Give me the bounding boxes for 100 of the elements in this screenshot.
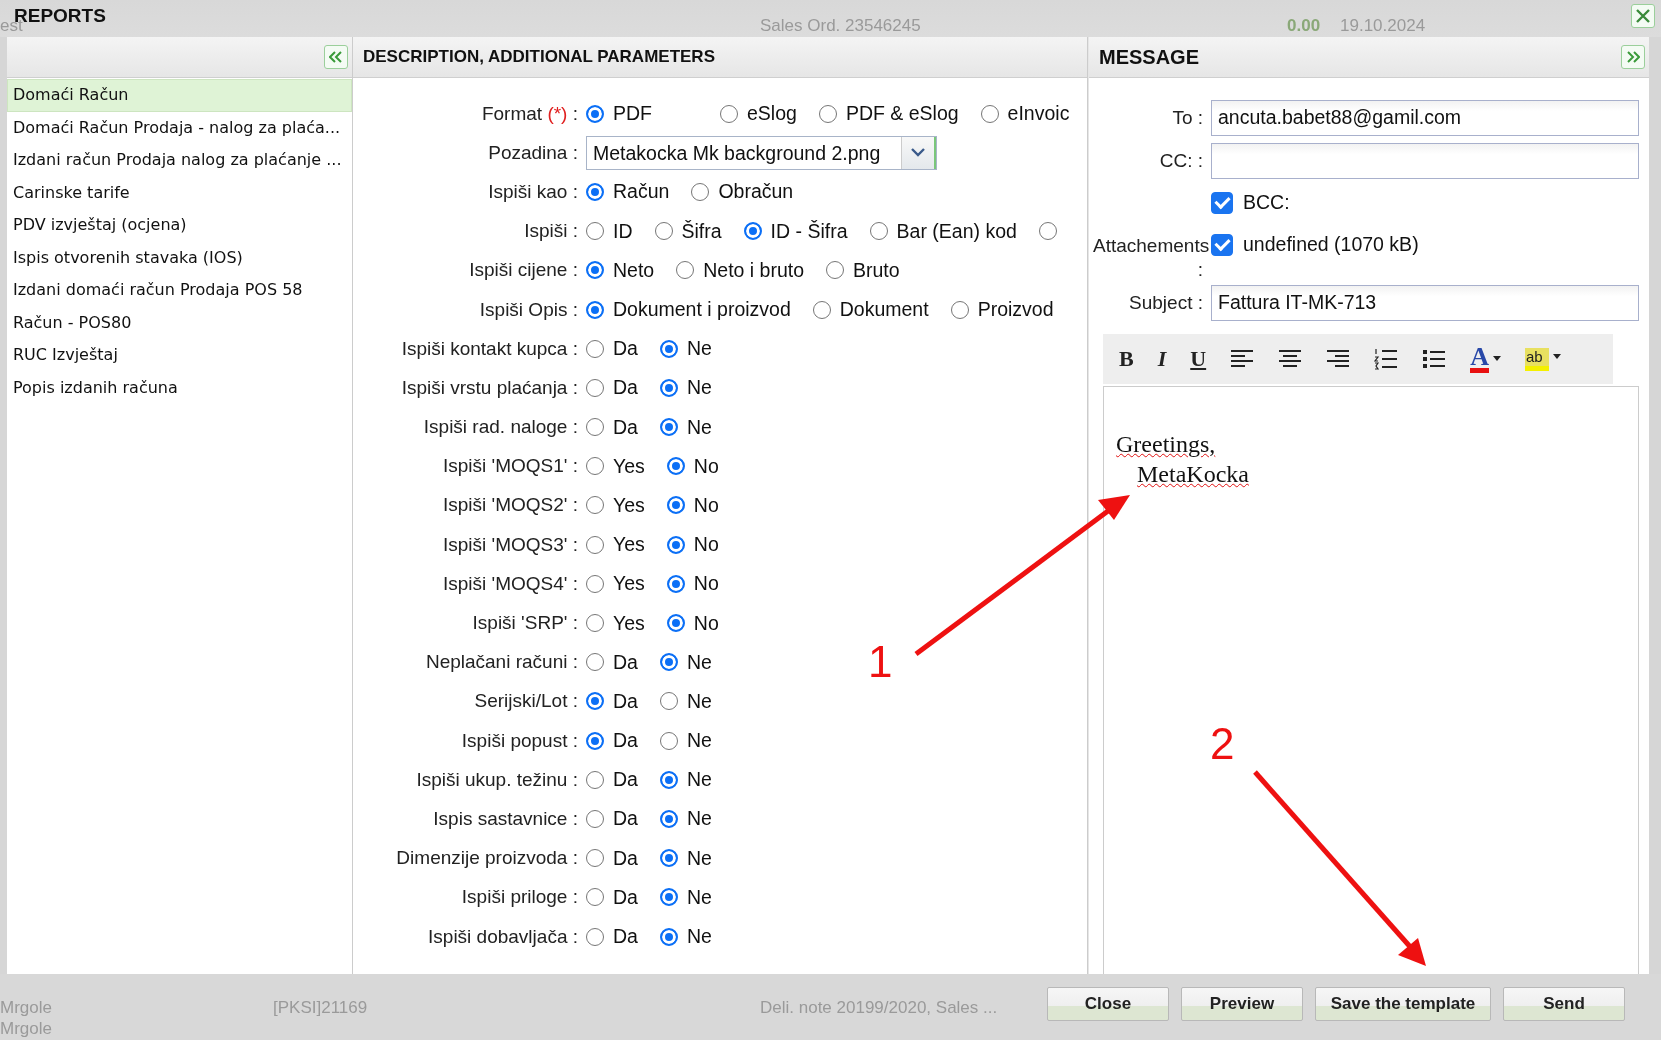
radio-button[interactable] <box>691 182 710 201</box>
option-label: No <box>693 454 719 478</box>
annotation-number: 1 <box>868 640 893 684</box>
option-label: Ne <box>686 337 712 361</box>
radio-button[interactable] <box>659 770 678 789</box>
radio-button[interactable] <box>659 809 678 828</box>
radio-button[interactable] <box>586 574 604 593</box>
option-label: Yes <box>613 611 645 635</box>
background-dropdown[interactable]: Metakocka Mk background 2.png <box>586 135 937 170</box>
collapse-icon[interactable] <box>324 45 348 69</box>
report-item[interactable]: Ispis otvorenih stavaka (IOS) <box>7 241 352 274</box>
radio-button[interactable] <box>586 692 604 711</box>
checkbox[interactable] <box>1211 233 1233 256</box>
close-icon[interactable] <box>1631 4 1655 28</box>
radio-button[interactable] <box>586 809 604 828</box>
option-label: PDF <box>613 102 652 126</box>
radio-button[interactable] <box>659 339 678 358</box>
radio-button[interactable] <box>869 222 888 241</box>
report-item[interactable]: Domaći Račun Prodaja - nalog za plaća... <box>7 111 352 144</box>
radio-button[interactable] <box>659 888 678 907</box>
radio-button[interactable] <box>666 496 685 515</box>
radio-button[interactable] <box>586 770 604 789</box>
report-item[interactable]: PDV izvještaj (ocjena) <box>7 209 352 242</box>
dialog-button[interactable]: Close <box>1047 987 1169 1021</box>
input-field[interactable]: ancuta.babet88@gamil.com <box>1211 100 1639 136</box>
bullet-list-icon[interactable] <box>1422 349 1447 369</box>
field-label: Ispiši vrstu plaćanja : <box>400 376 578 399</box>
report-item[interactable]: Carinske tarife <box>7 176 352 209</box>
radio-button[interactable] <box>720 104 738 123</box>
expand-icon[interactable] <box>1621 45 1645 69</box>
radio-button[interactable] <box>586 104 604 123</box>
radio-button[interactable] <box>950 300 969 319</box>
option-label: Ne <box>686 807 712 831</box>
radio-button[interactable] <box>586 418 604 437</box>
field-label: Serijski/Lot : <box>473 690 578 713</box>
align-center-icon[interactable] <box>1278 349 1303 369</box>
report-item[interactable]: RUC Izvještaj <box>7 339 352 372</box>
dialog-button[interactable]: Preview <box>1181 987 1303 1021</box>
radio-button[interactable] <box>818 104 837 123</box>
radio-button[interactable] <box>659 692 678 711</box>
field-label: Ispiši 'SRP' : <box>471 612 578 635</box>
field-label: Ispiši : <box>523 220 578 243</box>
radio-button[interactable] <box>666 457 685 476</box>
radio-button[interactable] <box>666 574 685 593</box>
option-label: Ne <box>686 768 712 792</box>
option-label: ID - Šifra <box>770 219 848 243</box>
underline-button[interactable]: U <box>1190 346 1207 372</box>
radio-button[interactable] <box>659 849 678 868</box>
radio-button[interactable] <box>586 182 604 201</box>
report-item[interactable]: Popis izdanih računa <box>7 371 352 404</box>
report-item[interactable]: Izdani domaći račun Prodaja POS 58 <box>7 274 352 307</box>
radio-button[interactable] <box>586 378 604 397</box>
radio-button[interactable] <box>586 535 604 554</box>
radio-button[interactable] <box>826 261 844 280</box>
option-label: Ne <box>686 846 712 870</box>
radio-button[interactable] <box>659 418 678 437</box>
report-item[interactable]: Račun - POS80 <box>7 306 352 339</box>
radio-button[interactable] <box>586 653 604 672</box>
radio-button[interactable] <box>586 261 604 280</box>
radio-button[interactable] <box>980 104 999 123</box>
radio-button[interactable] <box>586 457 604 476</box>
dialog-button[interactable]: Send <box>1503 987 1625 1021</box>
numbered-list-icon[interactable] <box>1374 348 1399 370</box>
checkbox[interactable] <box>1211 191 1233 214</box>
radio-button[interactable] <box>666 614 685 633</box>
radio-button[interactable] <box>1038 222 1057 241</box>
option-label: eSlog <box>747 102 797 126</box>
align-right-icon[interactable] <box>1326 349 1351 369</box>
field-label: Ispiši 'MOQS3' : <box>442 533 578 556</box>
radio-button[interactable] <box>654 222 673 241</box>
input-field[interactable]: Fattura IT-MK-713 <box>1211 285 1639 321</box>
radio-button[interactable] <box>812 300 831 319</box>
option-label: No <box>693 572 719 596</box>
radio-button[interactable] <box>586 222 604 241</box>
bold-button[interactable]: B <box>1119 346 1134 372</box>
radio-button[interactable] <box>586 888 604 907</box>
radio-button[interactable] <box>586 496 604 515</box>
radio-button[interactable] <box>743 222 762 241</box>
radio-button[interactable] <box>586 927 604 946</box>
dialog-button[interactable]: Save the template <box>1315 987 1491 1021</box>
radio-button[interactable] <box>659 378 678 397</box>
option-label: Yes <box>613 533 645 557</box>
input-field[interactable] <box>1211 143 1639 179</box>
radio-button[interactable] <box>586 339 604 358</box>
message-text: Greetings, <box>1116 431 1216 457</box>
radio-button[interactable] <box>676 261 695 280</box>
report-item[interactable]: Domaći Račun <box>7 79 352 112</box>
report-item[interactable]: Izdani račun Prodaja nalog za plaćanje ... <box>7 144 352 177</box>
radio-button[interactable] <box>586 731 604 750</box>
italic-button[interactable]: I <box>1157 346 1167 372</box>
radio-button[interactable] <box>586 849 604 868</box>
radio-button[interactable] <box>659 731 678 750</box>
radio-button[interactable] <box>659 927 678 946</box>
field-label: Ispiši ukup. težinu : <box>415 768 578 791</box>
text-color-button[interactable]: A <box>1470 345 1501 373</box>
radio-button[interactable] <box>586 614 604 633</box>
align-left-icon[interactable] <box>1230 349 1255 369</box>
radio-button[interactable] <box>659 653 678 672</box>
radio-button[interactable] <box>586 300 604 319</box>
radio-button[interactable] <box>666 535 685 554</box>
